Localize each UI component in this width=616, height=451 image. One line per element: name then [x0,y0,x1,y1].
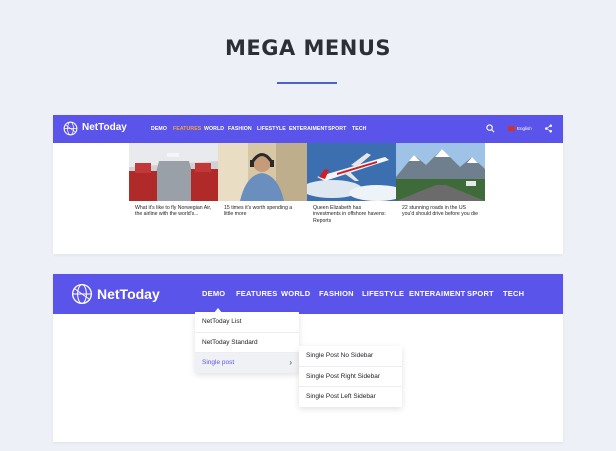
search-icon[interactable] [486,124,495,133]
menu-item-demo[interactable]: DEMO [202,289,225,298]
man-headphones-image[interactable] [218,143,307,201]
mountain-road-image[interactable] [396,143,485,201]
menu-item-world[interactable]: WORLD [281,289,310,298]
article-caption[interactable]: What it's like to fly Norwegian Air, the… [129,201,218,218]
dropdown-item-nettoday-standard[interactable]: NetToday Standard [195,333,299,353]
submenu-item-right-sidebar[interactable]: Single Post Right Sidebar [299,367,402,387]
chevron-right-icon: › [289,358,292,367]
menu-item-lifestyle[interactable]: LIFESTYLE [362,289,404,298]
airplane-sky-image[interactable] [307,143,396,201]
nav-bar: NetToday DEMO FEATURES WORLD FASHION LIF… [53,274,563,314]
article-card[interactable]: 15 times it's worth spending a little mo… [218,143,307,218]
submenu-item-no-sidebar[interactable]: Single Post No Sidebar [299,346,402,367]
page-title: MEGA MENUS [224,36,392,60]
demo-dropdown: NetToday List NetToday Standard Single p… [195,312,299,373]
menu-item-fashion[interactable]: FASHION [319,289,354,298]
article-caption[interactable]: 22 stunning roads in the US you'd should… [396,201,485,218]
menu-item-features[interactable]: FEATURES [173,126,201,132]
language-selector[interactable]: English [517,126,532,131]
dropdown-menu-preview: NetToday DEMO FEATURES WORLD FASHION LIF… [53,274,563,442]
menu-item-sport[interactable]: SPORT [328,126,346,132]
submenu-item-left-sidebar[interactable]: Single Post Left Sidebar [299,387,402,407]
menu-item-sport[interactable]: SPORT [467,289,494,298]
menu-item-lifestyle[interactable]: LIFESTYLE [257,126,286,132]
menu-item-fashion[interactable]: FASHION [228,126,252,132]
logo-text[interactable]: NetToday [97,286,160,302]
menu-item-enteraiment[interactable]: ENTERAIMENT [289,126,328,132]
flag-icon [508,126,515,131]
menu-item-demo[interactable]: DEMO [151,126,167,132]
airplane-cabin-image[interactable] [129,143,218,201]
menu-item-world[interactable]: WORLD [204,126,224,132]
article-caption[interactable]: Queen Elizabeth has investments in offsh… [307,201,396,224]
article-card[interactable]: Queen Elizabeth has investments in offsh… [307,143,396,224]
title-divider [277,82,337,84]
dropdown-item-label: NetToday List [202,318,242,325]
globe-logo-icon[interactable] [63,121,78,136]
dropdown-item-nettoday-list[interactable]: NetToday List [195,312,299,333]
mega-menu-preview: NetToday DEMO FEATURES WORLD FASHION LIF… [53,115,563,254]
single-post-submenu: Single Post No Sidebar Single Post Right… [299,346,402,407]
dropdown-item-single-post[interactable]: Single post › [195,353,299,373]
article-card[interactable]: 22 stunning roads in the US you'd should… [396,143,485,218]
menu-item-tech[interactable]: TECH [503,289,524,298]
article-caption[interactable]: 15 times it's worth spending a little mo… [218,201,307,218]
dropdown-item-label: NetToday Standard [202,338,258,346]
share-icon[interactable] [544,124,553,133]
dropdown-item-label: Single post [202,359,235,366]
nav-bar: NetToday DEMO FEATURES WORLD FASHION LIF… [53,115,563,143]
menu-item-features[interactable]: FEATURES [236,289,277,298]
menu-item-tech[interactable]: TECH [352,126,367,132]
menu-item-enteraiment[interactable]: ENTERAIMENT [409,289,465,298]
globe-logo-icon[interactable] [71,283,93,305]
logo-text[interactable]: NetToday [82,122,127,133]
article-card[interactable]: What it's like to fly Norwegian Air, the… [129,143,218,218]
